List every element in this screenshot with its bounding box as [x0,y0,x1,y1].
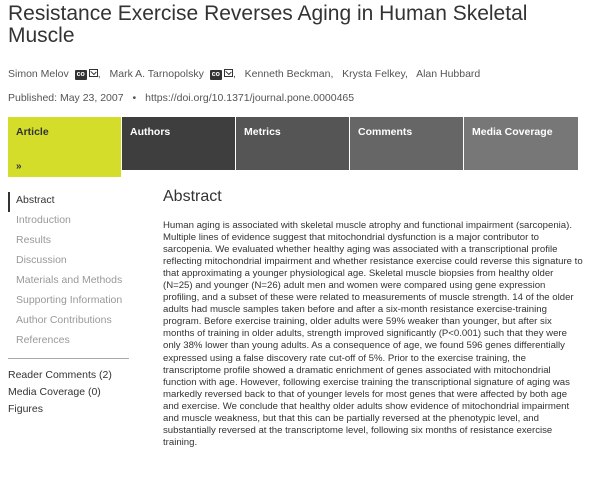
separator-dot-icon: • [132,92,137,104]
nav-item-author-contributions[interactable]: Author Contributions [8,312,130,332]
abstract-heading: Abstract [163,188,222,205]
nav-item-introduction[interactable]: Introduction [8,212,130,232]
author-name[interactable]: Kenneth Beckman [245,68,331,80]
tab-label: Authors [130,126,171,138]
published-date: Published: May 23, 2007 [8,92,124,104]
nav-item-abstract[interactable]: Abstract [8,192,130,212]
tab-article[interactable]: Article » [8,117,122,177]
author-name[interactable]: Alan Hubbard [416,68,480,80]
doi-link[interactable]: https://doi.org/10.1371/journal.pone.000… [145,92,354,104]
mail-icon[interactable] [223,69,233,77]
tab-label: Media Coverage [472,126,553,138]
abstract-text: Human aging is associated with skeletal … [163,220,583,448]
media-coverage-link[interactable]: Media Coverage (0) [8,384,112,401]
contributor-badge-icon[interactable]: co [74,70,87,80]
section-nav: Abstract Introduction Results Discussion… [8,192,130,415]
contributor-badge-icon[interactable]: co [209,70,222,80]
tab-authors[interactable]: Authors [122,117,236,170]
reader-comments-link[interactable]: Reader Comments (2) [8,367,112,384]
tab-media-coverage[interactable]: Media Coverage [464,117,578,170]
nav-item-discussion[interactable]: Discussion [8,252,130,272]
author-name[interactable]: Krysta Felkey [342,68,405,80]
author-name[interactable]: Simon Melov [8,68,69,80]
article-title: Resistance Exercise Reverses Aging in Hu… [8,2,528,47]
chevron-down-icon: » [16,161,22,172]
author-list: Simon Melov co, Mark A. Tarnopolsky co, … [8,68,481,80]
nav-item-supporting-information[interactable]: Supporting Information [8,292,130,312]
nav-item-results[interactable]: Results [8,232,130,252]
author-name[interactable]: Mark A. Tarnopolsky [109,68,203,80]
tab-label: Metrics [244,126,281,138]
article-tabs: Article » Authors Metrics Comments Media… [8,117,578,177]
tab-comments[interactable]: Comments [350,117,464,170]
nav-item-references[interactable]: References [8,332,130,352]
mail-icon[interactable] [88,69,98,77]
tab-metrics[interactable]: Metrics [236,117,350,170]
related-links: Reader Comments (2) Media Coverage (0) F… [8,367,112,418]
publication-info: Published: May 23, 2007 • https://doi.or… [8,92,354,104]
tab-label: Article [16,126,49,138]
nav-item-materials-and-methods[interactable]: Materials and Methods [8,272,130,292]
tab-label: Comments [358,126,413,138]
figures-link[interactable]: Figures [8,401,112,418]
nav-divider [8,358,129,359]
